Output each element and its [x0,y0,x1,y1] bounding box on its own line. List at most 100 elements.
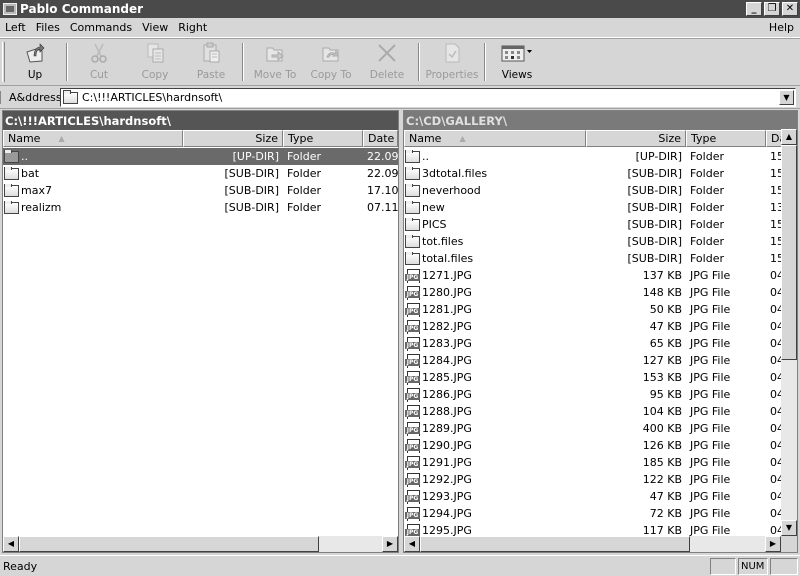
scroll-track[interactable] [781,145,797,520]
file-row[interactable]: .. [UP-DIR] Folder 22.09 [3,148,398,165]
copy-button[interactable]: Copy [127,39,183,85]
right-horizontal-scrollbar[interactable]: ◀ ▶ [404,536,781,552]
file-row[interactable]: JPG 1271.JPG 137 KB JPG File 04 [404,267,781,284]
file-row[interactable]: JPG 1292.JPG 122 KB JPG File 04 [404,471,781,488]
scroll-thumb[interactable] [781,145,797,360]
jpg-file-icon: JPG [405,302,420,317]
menu-right[interactable]: Right [173,21,212,34]
properties-button[interactable]: Properties [423,39,481,85]
left-horizontal-scrollbar[interactable]: ◀ ▶ [3,536,398,552]
file-name-cell: JPG 1293.JPG [404,489,586,504]
scroll-thumb[interactable] [19,536,319,552]
file-name-cell: JPG 1285.JPG [404,370,586,385]
file-row[interactable]: JPG 1288.JPG 104 KB JPG File 04 [404,403,781,420]
scroll-right-button[interactable]: ▶ [765,536,781,552]
menu-commands[interactable]: Commands [65,21,137,34]
file-row[interactable]: JPG 1291.JPG 185 KB JPG File 04 [404,454,781,471]
file-name-cell: JPG 1283.JPG [404,336,586,351]
address-input[interactable]: C:\!!!ARTICLES\hardnsoft\ ▼ [60,88,796,107]
menu-left[interactable]: Left [0,21,31,34]
left-panel: C:\!!!ARTICLES\hardnsoft\ Name ▲ Size Typ… [2,110,399,553]
file-row[interactable]: JPG 1281.JPG 50 KB JPG File 04 [404,301,781,318]
file-row[interactable]: neverhood [SUB-DIR] Folder 15 [404,182,781,199]
right-panel-path: C:\CD\GALLERY\ [404,111,797,130]
views-button[interactable]: Views [489,39,545,85]
file-row[interactable]: max7 [SUB-DIR] Folder 17.10. [3,182,398,199]
scroll-up-button[interactable]: ▲ [781,129,797,145]
file-date: 15 [770,150,781,163]
column-header-date[interactable]: Date M [363,130,398,147]
title-bar: Pablo Commander _ ❐ ✕ [0,0,800,18]
jpg-file-icon: JPG [405,387,420,402]
left-panel-path: C:\!!!ARTICLES\hardnsoft\ [3,111,398,130]
scroll-thumb[interactable] [420,536,690,552]
restore-button[interactable]: ❐ [764,2,780,16]
file-name-cell: JPG 1289.JPG [404,421,586,436]
column-header-type[interactable]: Type [283,130,363,147]
minimize-button[interactable]: _ [746,2,762,16]
file-size: [SUB-DIR] [627,167,683,180]
column-header-size[interactable]: Size [183,130,283,147]
file-type: JPG File [690,371,731,384]
file-row[interactable]: JPG 1283.JPG 65 KB JPG File 04 [404,335,781,352]
file-name: 1295.JPG [422,524,472,536]
close-button[interactable]: ✕ [782,2,798,16]
file-row[interactable]: JPG 1286.JPG 95 KB JPG File 04 [404,386,781,403]
menu-help[interactable]: Help [764,21,800,34]
paste-button[interactable]: Paste [183,39,239,85]
column-header-name[interactable]: Name ▲ [3,130,183,147]
address-dropdown-button[interactable]: ▼ [779,90,794,105]
file-row[interactable]: 3dtotal.files [SUB-DIR] Folder 15 [404,165,781,182]
file-row[interactable]: JPG 1294.JPG 72 KB JPG File 04 [404,505,781,522]
scroll-left-button[interactable]: ◀ [3,536,19,552]
file-row[interactable]: PICS [SUB-DIR] Folder 15 [404,216,781,233]
file-row[interactable]: JPG 1295.JPG 117 KB JPG File 04 [404,522,781,536]
file-row[interactable]: total.files [SUB-DIR] Folder 15 [404,250,781,267]
file-row[interactable]: JPG 1293.JPG 47 KB JPG File 04 [404,488,781,505]
right-vertical-scrollbar[interactable]: ▲ ▼ [781,129,797,536]
scroll-down-button[interactable]: ▼ [781,520,797,536]
menu-files[interactable]: Files [31,21,65,34]
file-type: Folder [690,150,724,163]
file-name: max7 [21,184,52,197]
file-row[interactable]: .. [UP-DIR] Folder 15 [404,148,781,165]
file-type: Folder [690,201,724,214]
file-type: JPG File [690,524,731,536]
file-row[interactable]: tot.files [SUB-DIR] Folder 15 [404,233,781,250]
scroll-track[interactable] [420,536,765,552]
toolbar-separator [66,43,68,81]
file-row[interactable]: realizm [SUB-DIR] Folder 07.11. [3,199,398,216]
file-size: [UP-DIR] [232,150,279,163]
up-button[interactable]: Up [7,39,63,85]
file-type: Folder [690,218,724,231]
status-pane-1 [710,558,736,575]
column-header-size[interactable]: Size [586,130,686,147]
toolbar-grip[interactable] [2,42,5,82]
file-row[interactable]: new [SUB-DIR] Folder 13 [404,199,781,216]
scroll-right-button[interactable]: ▶ [382,536,398,552]
column-header-type[interactable]: Type [686,130,766,147]
cut-button[interactable]: Cut [71,39,127,85]
file-date: 13 [770,201,781,214]
file-date: 15 [770,218,781,231]
file-row[interactable]: bat [SUB-DIR] Folder 22.09. [3,165,398,182]
menu-view[interactable]: View [137,21,173,34]
paste-icon [200,42,222,64]
jpg-file-icon: JPG [405,438,420,453]
scroll-left-button[interactable]: ◀ [404,536,420,552]
copy-to-button[interactable]: Copy To [303,39,359,85]
file-name: .. [422,150,429,163]
file-row[interactable]: JPG 1290.JPG 126 KB JPG File 04 [404,437,781,454]
file-row[interactable]: JPG 1284.JPG 127 KB JPG File 04 [404,352,781,369]
column-header-name[interactable]: Name ▲ [404,130,586,147]
move-to-button[interactable]: Move To [247,39,303,85]
scroll-track[interactable] [19,536,382,552]
file-row[interactable]: JPG 1285.JPG 153 KB JPG File 04 [404,369,781,386]
file-row[interactable]: JPG 1289.JPG 400 KB JPG File 04 [404,420,781,437]
file-date: 04 [770,456,781,469]
file-type: Folder [287,184,321,197]
file-row[interactable]: JPG 1280.JPG 148 KB JPG File 04 [404,284,781,301]
file-row[interactable]: JPG 1282.JPG 47 KB JPG File 04 [404,318,781,335]
delete-button[interactable]: Delete [359,39,415,85]
file-size: [SUB-DIR] [627,201,683,214]
